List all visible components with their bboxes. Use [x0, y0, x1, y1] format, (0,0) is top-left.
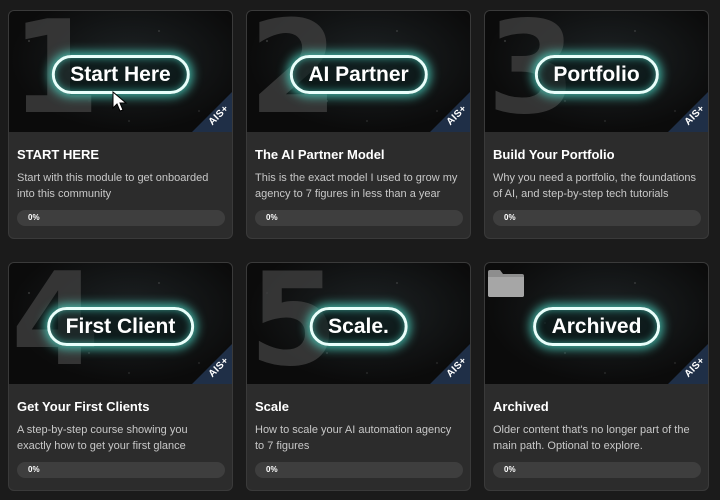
- ais-plus-badge: AIS+: [192, 344, 232, 384]
- course-description: This is the exact model I used to grow m…: [255, 172, 458, 200]
- progress-bar: 0%: [493, 462, 701, 478]
- progress-label: 0%: [504, 213, 516, 222]
- course-card-start-here[interactable]: 1 Start Here AIS+ START HERE Start with …: [8, 10, 233, 239]
- thumb-label: Start Here: [51, 55, 190, 94]
- badge-label: AIS+: [206, 355, 232, 380]
- course-card-scale[interactable]: 5 Scale. AIS+ Scale How to scale your AI…: [246, 262, 471, 491]
- badge-label: AIS+: [444, 355, 470, 380]
- thumb-label: Scale.: [309, 307, 408, 346]
- badge-label: AIS+: [206, 103, 232, 128]
- course-title: The AI Partner Model: [255, 147, 385, 162]
- course-info: Build Your Portfolio Why you need a port…: [485, 147, 708, 202]
- progress-label: 0%: [266, 213, 278, 222]
- progress-bar: 0%: [255, 462, 463, 478]
- course-thumbnail: Archived AIS+: [485, 263, 708, 384]
- progress-label: 0%: [266, 465, 278, 474]
- course-card-first-client[interactable]: 4 First Client AIS+ Get Your First Clien…: [8, 262, 233, 491]
- course-card-portfolio[interactable]: 3 Portfolio AIS+ Build Your Portfolio Wh…: [484, 10, 709, 239]
- thumb-label: AI Partner: [289, 55, 428, 94]
- ais-plus-badge: AIS+: [192, 92, 232, 132]
- course-description: Why you need a portfolio, the foundation…: [493, 172, 697, 200]
- ais-plus-badge: AIS+: [668, 344, 708, 384]
- thumb-label: Archived: [532, 307, 661, 346]
- course-info: Get Your First Clients A step-by-step co…: [9, 399, 232, 454]
- course-info: The AI Partner Model This is the exact m…: [247, 147, 470, 202]
- course-card-ai-partner[interactable]: 2 AI Partner AIS+ The AI Partner Model T…: [246, 10, 471, 239]
- progress-label: 0%: [28, 213, 40, 222]
- course-description: Older content that's no longer part of t…: [493, 424, 690, 452]
- ais-plus-badge: AIS+: [430, 344, 470, 384]
- course-title: Get Your First Clients: [17, 399, 150, 414]
- thumb-label: First Client: [46, 307, 195, 346]
- badge-label: AIS+: [682, 103, 708, 128]
- progress-label: 0%: [504, 465, 516, 474]
- course-card-archived[interactable]: Archived AIS+ Archived Older content tha…: [484, 262, 709, 491]
- course-title: Archived: [493, 399, 549, 414]
- course-info: Scale How to scale your AI automation ag…: [247, 399, 470, 454]
- progress-bar: 0%: [17, 462, 225, 478]
- course-thumbnail: 3 Portfolio AIS+: [485, 11, 708, 132]
- badge-label: AIS+: [682, 355, 708, 380]
- ais-plus-badge: AIS+: [430, 92, 470, 132]
- course-description: How to scale your AI automation agency t…: [255, 424, 452, 452]
- course-thumbnail: 5 Scale. AIS+: [247, 263, 470, 384]
- progress-bar: 0%: [493, 210, 701, 226]
- course-thumbnail: 2 AI Partner AIS+: [247, 11, 470, 132]
- course-title: Scale: [255, 399, 289, 414]
- course-title: Build Your Portfolio: [493, 147, 615, 162]
- progress-label: 0%: [28, 465, 40, 474]
- course-description: A step-by-step course showing you exactl…: [17, 424, 188, 452]
- course-grid: 1 Start Here AIS+ START HERE Start with …: [0, 0, 720, 500]
- course-info: START HERE Start with this module to get…: [9, 147, 232, 202]
- progress-bar: 0%: [255, 210, 463, 226]
- badge-label: AIS+: [444, 103, 470, 128]
- course-info: Archived Older content that's no longer …: [485, 399, 708, 454]
- ais-plus-badge: AIS+: [668, 92, 708, 132]
- course-title: START HERE: [17, 147, 100, 162]
- thumb-label: Portfolio: [534, 55, 659, 94]
- mouse-pointer-icon: [112, 91, 128, 112]
- folder-icon: [488, 270, 524, 297]
- course-description: Start with this module to get onboarded …: [17, 172, 209, 200]
- progress-bar: 0%: [17, 210, 225, 226]
- course-thumbnail: 1 Start Here AIS+: [9, 11, 232, 132]
- course-thumbnail: 4 First Client AIS+: [9, 263, 232, 384]
